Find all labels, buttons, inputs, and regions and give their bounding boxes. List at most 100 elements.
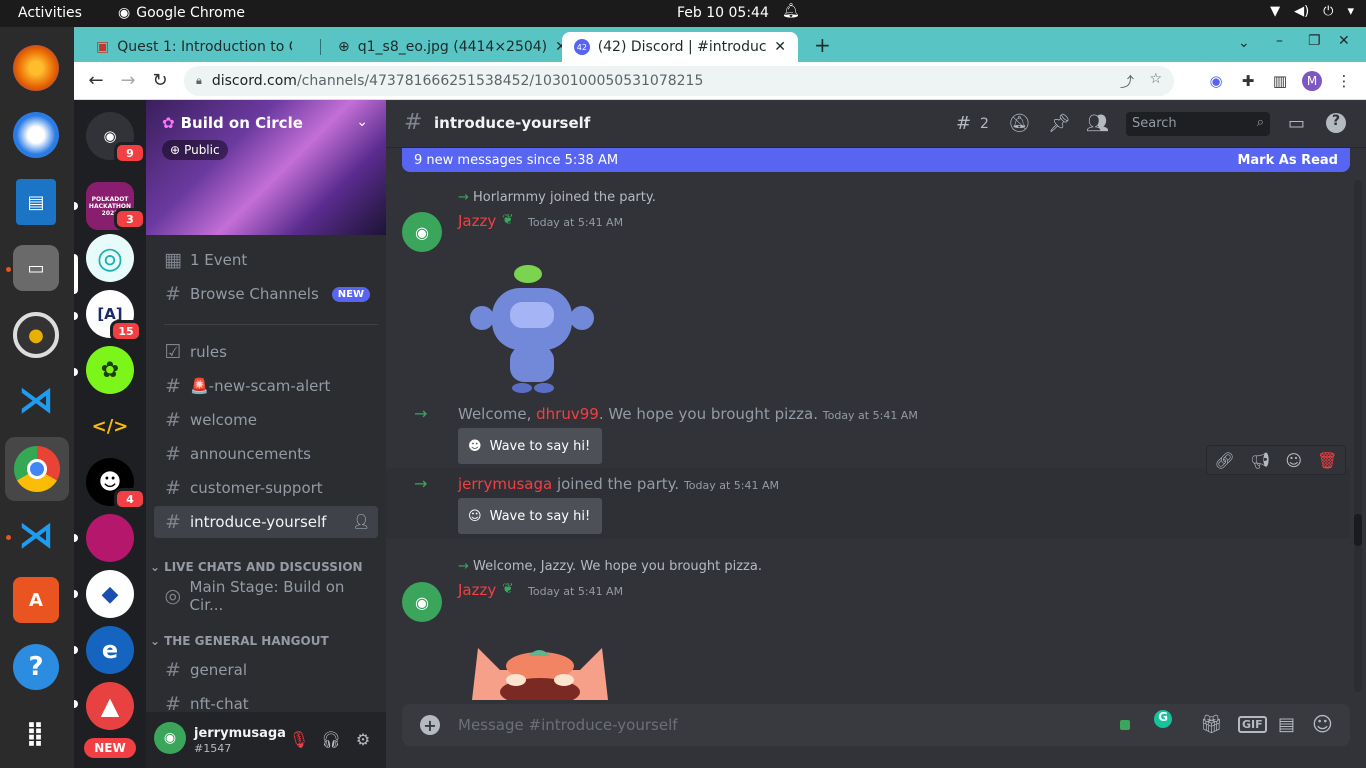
megaphone-icon[interactable]: 📢︎ <box>1250 451 1270 470</box>
back-icon[interactable]: ← <box>84 70 108 92</box>
share-icon[interactable]: ⤴ <box>1120 72 1134 92</box>
channel-rules[interactable]: ☑ rules <box>154 336 378 368</box>
message-author[interactable]: Jazzy <box>458 212 496 230</box>
message-avatar[interactable]: ◉ <box>402 212 442 252</box>
server-code[interactable]: </> <box>86 402 134 450</box>
wave-button[interactable]: ☻ Wave to say hi! <box>458 428 602 464</box>
reply-preview[interactable]: → Horlarmmy joined the party. <box>458 190 656 205</box>
events-item[interactable]: ▦ 1 Event <box>154 244 378 276</box>
channel-general[interactable]: # general <box>154 654 378 686</box>
clock[interactable]: Feb 10 05:44 <box>677 5 769 21</box>
side-panel-icon[interactable]: ▥ <box>1270 71 1290 91</box>
add-reaction-icon[interactable]: ☺ <box>1285 451 1302 470</box>
link-icon[interactable]: 🔗︎ <box>1215 451 1235 470</box>
bookmark-star-icon[interactable]: ☆ <box>1149 71 1162 87</box>
server-avalanche[interactable]: ▲ <box>86 682 134 730</box>
user-avatar[interactable]: ◉ <box>154 722 186 754</box>
message-avatar[interactable]: ◉ <box>402 582 442 622</box>
app-center-icon[interactable]: A <box>13 577 59 623</box>
settings-gear-icon[interactable]: ⚙ <box>352 730 374 752</box>
chevron-down-icon[interactable]: ⌄ <box>356 114 368 130</box>
new-unreads-badge[interactable]: NEW <box>84 738 136 758</box>
address-bar[interactable]: 🔒︎ discord.com/channels/4737816662515384… <box>184 66 1174 96</box>
member-list-icon[interactable]: 👥︎ <box>1086 113 1109 134</box>
add-member-icon[interactable]: 👤︎ <box>352 514 370 530</box>
search-input[interactable]: Search ⌕ <box>1126 112 1270 136</box>
join-username[interactable]: jerrymusaga <box>458 475 552 493</box>
reload-icon[interactable]: ↻ <box>148 70 172 92</box>
pin-icon[interactable]: 📌︎ <box>1048 113 1071 134</box>
files-icon[interactable]: ▭ <box>13 245 59 291</box>
reply-preview[interactable]: → Welcome, Jazzy. We hope you brought pi… <box>458 559 762 574</box>
add-attachment-icon[interactable]: + <box>420 715 440 735</box>
trash-icon[interactable]: 🗑︎ <box>1317 451 1337 470</box>
grammarly-icon[interactable]: G <box>1154 710 1172 728</box>
writer-icon[interactable]: ▤ <box>16 179 56 225</box>
category-general-hangout[interactable]: ⌄ THE GENERAL HANGOUT <box>150 634 329 648</box>
inbox-icon[interactable]: ▭ <box>1288 113 1305 134</box>
show-apps-icon[interactable]: ⣿ <box>13 710 59 756</box>
join-username[interactable]: dhruv99 <box>536 405 599 423</box>
sticker-preview <box>472 648 608 700</box>
profile-avatar[interactable]: M <box>1302 71 1322 91</box>
emoji-icon[interactable]: ☺ <box>1312 712 1333 736</box>
headphones-icon[interactable]: 🎧︎ <box>320 730 342 752</box>
gif-button[interactable]: GIF <box>1238 716 1267 733</box>
firefox-icon[interactable] <box>13 45 59 91</box>
scrollbar-thumb[interactable] <box>1354 514 1362 546</box>
channel-new-scam-alert[interactable]: # 🚨-new-scam-alert <box>154 370 378 402</box>
forward-icon[interactable]: → <box>116 70 140 92</box>
server-circle[interactable]: ◎ <box>86 234 134 282</box>
username[interactable]: jerrymusaga <box>194 726 286 741</box>
server-banner[interactable]: ✿ Build on Circle ⌄ ⊕ Public <box>146 100 386 235</box>
activities-button[interactable]: Activities <box>18 5 82 21</box>
chrome-dock-icon[interactable] <box>5 437 69 501</box>
message-input[interactable]: Message #introduce-yourself <box>458 716 678 734</box>
extension-icon[interactable]: ◉ <box>1206 71 1226 91</box>
channel-welcome[interactable]: # welcome <box>154 404 378 436</box>
message-author[interactable]: Jazzy <box>458 581 496 599</box>
rhythmbox-icon[interactable]: ● <box>13 312 59 358</box>
tab-search-icon[interactable]: ⌄ <box>1238 35 1250 51</box>
threads-icon[interactable]: # <box>956 113 971 134</box>
sticker-icon[interactable]: ▤ <box>1278 714 1295 735</box>
scrollbar-track[interactable] <box>1354 180 1362 692</box>
lock-icon: 🔒︎ <box>196 74 202 87</box>
close-tab-icon[interactable]: ✕ <box>774 39 786 55</box>
minimize-icon[interactable]: – <box>1276 33 1283 49</box>
maximize-icon[interactable]: ❐ <box>1308 33 1321 49</box>
tab-quest[interactable]: ▣ Quest 1: Introduction to C <box>84 32 316 62</box>
vscode-insiders-icon[interactable]: ⋊ <box>13 512 59 558</box>
channel-main-stage[interactable]: ◎ Main Stage: Build on Cir... <box>154 578 378 614</box>
server-name[interactable]: ✿ Build on Circle <box>162 114 303 132</box>
mute-icon[interactable]: 🎙︎ <box>288 730 310 752</box>
server-blue[interactable]: ◆ <box>86 570 134 618</box>
notification-off-icon[interactable]: 🔕︎ <box>1008 113 1031 134</box>
browse-channels-item[interactable]: # Browse Channels NEW <box>154 278 378 310</box>
category-live-chats[interactable]: ⌄ LIVE CHATS AND DISCUSSION <box>150 560 363 574</box>
server-green[interactable]: ✿ <box>86 346 134 394</box>
channel-introduce-yourself[interactable]: # introduce-yourself 👤︎ <box>154 506 378 538</box>
wave-button[interactable]: ☺ Wave to say hi! <box>458 498 602 534</box>
help-icon[interactable]: ? <box>1326 113 1346 133</box>
vscode-icon[interactable]: ⋊ <box>13 377 59 423</box>
app-menu[interactable]: ◉ Google Chrome <box>118 5 245 21</box>
new-messages-bar[interactable]: 9 new messages since 5:38 AM Mark As Rea… <box>402 148 1350 172</box>
server-pink[interactable] <box>86 514 134 562</box>
mark-as-read-button[interactable]: Mark As Read <box>1237 153 1338 168</box>
tab-discord[interactable]: 42 (42) Discord | #introduce- ✕ <box>562 32 798 62</box>
help-icon[interactable]: ? <box>13 644 59 690</box>
close-window-icon[interactable]: ✕ <box>1338 33 1350 49</box>
menu-icon[interactable]: ⋮ <box>1334 71 1354 91</box>
channel-announcements[interactable]: # announcements <box>154 438 378 470</box>
gift-icon[interactable]: 🎁︎ <box>1200 714 1223 735</box>
puzzle-icon[interactable]: ✚ <box>1238 71 1258 91</box>
system-tray[interactable]: ▼ ◀) ⏻ ▾ <box>1270 4 1354 19</box>
hash-icon: # <box>165 409 181 431</box>
channel-customer-support[interactable]: # customer-support <box>154 472 378 504</box>
server-e[interactable]: e <box>86 626 134 674</box>
tab-image[interactable]: ⊕ q1_s8_eo.jpg (4414×2504) ✕ <box>326 32 567 62</box>
thunderbird-icon[interactable] <box>13 112 59 158</box>
new-tab-button[interactable]: + <box>814 33 831 57</box>
channel-label: welcome <box>190 411 257 429</box>
